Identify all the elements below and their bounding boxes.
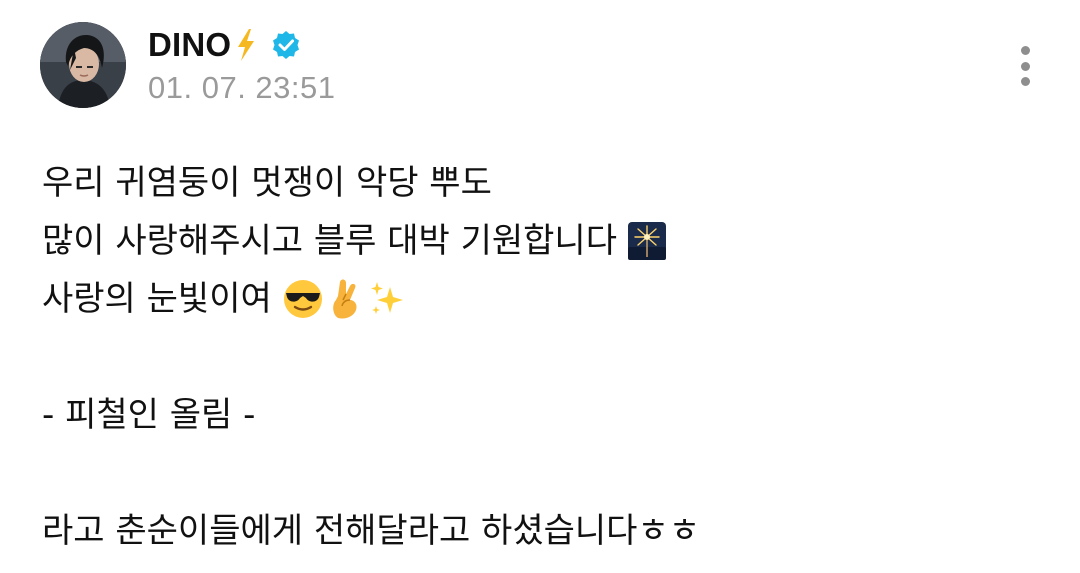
post-line: 라고 춘순이들에게 전해달라고 하셨습니다ㅎㅎ	[42, 502, 700, 560]
sparkles-emoji	[368, 279, 408, 319]
post-line-text: 우리 귀염둥이 멋쟁이 악당 뿌도	[42, 163, 492, 203]
sunglasses-face-emoji	[282, 278, 324, 320]
more-vertical-icon-dot	[1020, 61, 1030, 71]
post-line-text: 많이 사랑해주시고 블루 대박 기원합니다	[42, 221, 617, 261]
post-line-empty	[42, 444, 700, 502]
author-meta: DINO 01. 07. 23:51	[148, 24, 336, 106]
post-line: 우리 귀염둥이 멋쟁이 악당 뿌도	[42, 154, 700, 212]
post-line: - 피철인 올림 -	[42, 386, 700, 444]
more-options-button[interactable]	[1008, 40, 1042, 92]
post-header: DINO 01. 07. 23:51	[40, 22, 336, 108]
post-line-empty	[42, 328, 700, 386]
sparkler-emoji	[627, 221, 667, 261]
crossed-fingers-emoji	[328, 278, 364, 320]
post-body: 우리 귀염둥이 멋쟁이 악당 뿌도 많이 사랑해주시고 블루 대박 기원합니다	[42, 154, 700, 560]
post-line-text: - 피철인 올림 -	[42, 395, 256, 435]
post-line-text: 라고 춘순이들에게 전해달라고 하셨습니다ㅎㅎ	[42, 511, 701, 551]
post-line-text: 사랑의 눈빛이여	[42, 279, 272, 319]
more-vertical-icon-dot	[1020, 46, 1030, 55]
verified-badge-icon	[271, 30, 301, 60]
post-card: DINO 01. 07. 23:51 우리 귀염둥이 멋쟁이 악당 뿌도 많이 …	[0, 0, 1080, 573]
more-vertical-icon-dot	[1020, 77, 1030, 86]
post-line: 많이 사랑해주시고 블루 대박 기원합니다	[42, 212, 700, 270]
post-timestamp: 01. 07. 23:51	[148, 70, 336, 105]
lightning-bolt-icon	[235, 28, 257, 62]
author-name[interactable]: DINO	[148, 26, 231, 64]
avatar[interactable]	[40, 22, 126, 108]
author-name-row: DINO	[148, 24, 336, 66]
post-line: 사랑의 눈빛이여	[42, 270, 700, 328]
